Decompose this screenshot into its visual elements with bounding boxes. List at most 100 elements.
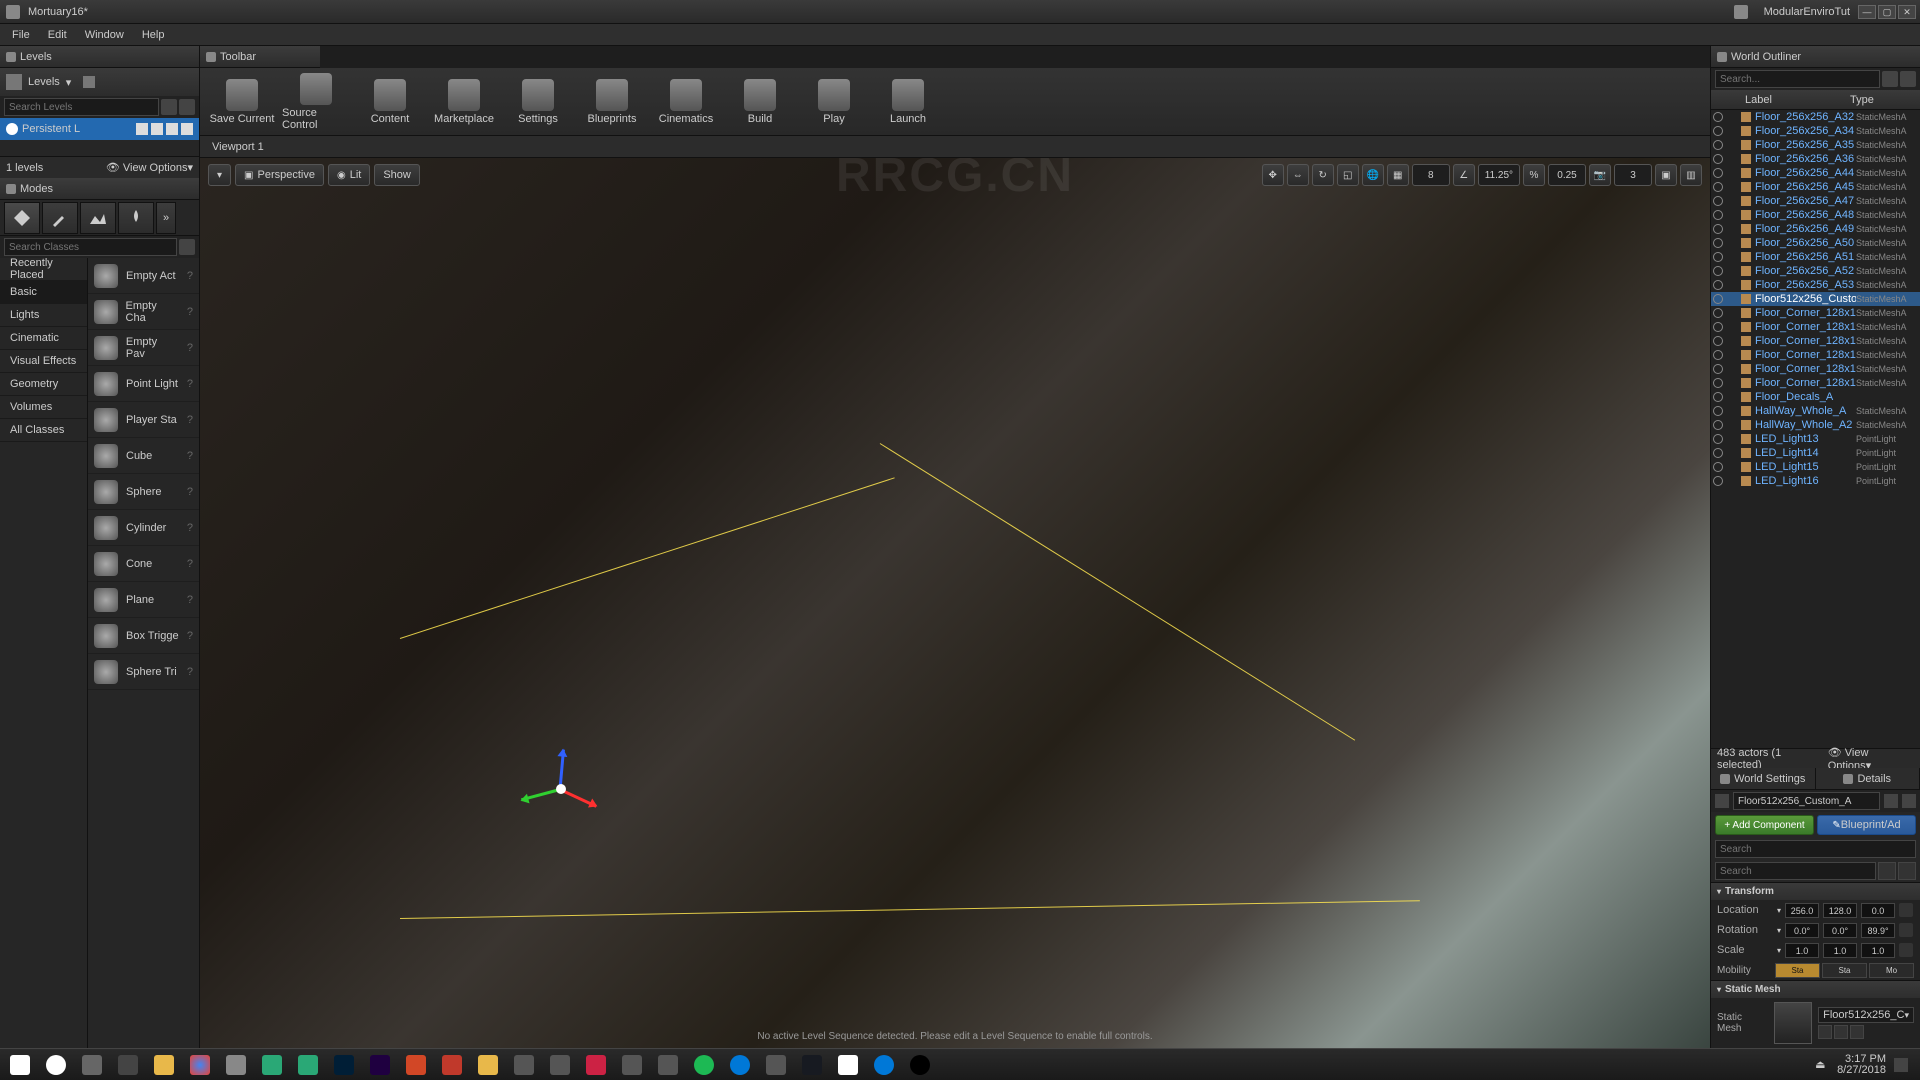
add-level-icon[interactable] — [179, 99, 195, 115]
outliner-row[interactable]: Floor_256x256_A32StaticMeshA — [1711, 110, 1920, 124]
use-selected-icon[interactable] — [1818, 1025, 1832, 1039]
eye-icon[interactable] — [1713, 476, 1723, 486]
scale-z-input[interactable]: 1.0 — [1861, 943, 1895, 958]
location-x-input[interactable]: 256.0 — [1785, 903, 1819, 918]
mobility-movable-button[interactable]: Mo — [1869, 963, 1914, 978]
taskbar-app[interactable] — [580, 1052, 612, 1078]
outliner-row[interactable]: Floor_Corner_128x128StaticMeshA — [1711, 334, 1920, 348]
eye-icon[interactable] — [1713, 322, 1723, 332]
lock-icon[interactable] — [1902, 794, 1916, 808]
info-icon[interactable]: ? — [187, 558, 193, 570]
toolbar-content-button[interactable]: Content — [356, 73, 424, 131]
place-item[interactable]: Cone? — [88, 546, 199, 582]
menu-window[interactable]: Window — [77, 27, 132, 43]
mode-category-visual-effects[interactable]: Visual Effects — [0, 350, 87, 373]
levels-dropdown[interactable]: Levels — [28, 76, 60, 88]
outliner-row[interactable]: Floor_Decals_A — [1711, 390, 1920, 404]
outliner-row[interactable]: Floor_256x256_A48StaticMeshA — [1711, 208, 1920, 222]
outliner-row[interactable]: Floor_256x256_A45StaticMeshA — [1711, 180, 1920, 194]
eye-icon[interactable] — [1713, 378, 1723, 388]
rotation-x-input[interactable]: 0.0° — [1785, 923, 1819, 938]
place-item[interactable]: Sphere Tri? — [88, 654, 199, 690]
paint-mode-tab[interactable] — [42, 202, 78, 234]
info-icon[interactable]: ? — [187, 594, 193, 606]
modes-tab[interactable]: Modes — [0, 178, 199, 200]
toolbar-settings-button[interactable]: Settings — [504, 73, 572, 131]
task-view-button[interactable] — [76, 1052, 108, 1078]
camera-speed-value[interactable]: 3 — [1614, 164, 1652, 186]
toolbar-save-current-button[interactable]: Save Current — [208, 73, 276, 131]
eye-icon[interactable] — [1713, 154, 1723, 164]
more-modes-button[interactable]: » — [156, 202, 176, 234]
taskbar-photoshop[interactable] — [328, 1052, 360, 1078]
info-icon[interactable]: ? — [187, 486, 193, 498]
search-icon[interactable] — [161, 99, 177, 115]
eye-icon[interactable] — [1898, 862, 1916, 880]
selected-actor-name[interactable] — [1733, 792, 1880, 810]
transform-gizmo[interactable] — [540, 748, 620, 828]
reset-icon[interactable] — [1899, 923, 1913, 937]
toolbar-source-control-button[interactable]: Source Control — [282, 73, 350, 131]
add-component-button[interactable]: + Add Component — [1715, 815, 1814, 835]
browse-icon[interactable] — [1884, 794, 1898, 808]
eye-icon[interactable] — [1713, 140, 1723, 150]
info-icon[interactable]: ? — [187, 630, 193, 642]
taskbar-app[interactable] — [652, 1052, 684, 1078]
eye-icon[interactable] — [1713, 266, 1723, 276]
start-button[interactable] — [4, 1052, 36, 1078]
scale-mode-icon[interactable]: ◱ — [1337, 164, 1359, 186]
toolbar-blueprints-button[interactable]: Blueprints — [578, 73, 646, 131]
eye-icon[interactable] — [1713, 434, 1723, 444]
location-y-input[interactable]: 128.0 — [1823, 903, 1857, 918]
taskbar-app[interactable] — [436, 1052, 468, 1078]
scale-x-input[interactable]: 1.0 — [1785, 943, 1819, 958]
eye-icon[interactable] — [1713, 392, 1723, 402]
place-item[interactable]: Empty Pav? — [88, 330, 199, 366]
place-item[interactable]: Box Trigge? — [88, 618, 199, 654]
select-mode-icon[interactable]: ✥ — [1262, 164, 1284, 186]
mode-category-recently-placed[interactable]: Recently Placed — [0, 258, 87, 281]
place-item[interactable]: Cylinder? — [88, 510, 199, 546]
close-button[interactable]: ✕ — [1898, 5, 1916, 19]
component-search-input[interactable] — [1715, 840, 1916, 858]
mode-category-volumes[interactable]: Volumes — [0, 396, 87, 419]
outliner-row[interactable]: Floor_Corner_128x128StaticMeshA — [1711, 348, 1920, 362]
eye-icon[interactable] — [1713, 126, 1723, 136]
place-item[interactable]: Sphere? — [88, 474, 199, 510]
place-item[interactable]: Empty Act? — [88, 258, 199, 294]
snap-grid-icon[interactable]: ▦ — [1387, 164, 1409, 186]
taskbar-app[interactable] — [292, 1052, 324, 1078]
outliner-row[interactable]: Floor512x256_CustomStaticMeshA — [1711, 292, 1920, 306]
viewport-tab[interactable]: Viewport 1 — [200, 136, 1710, 158]
snap-grid-value[interactable]: 8 — [1412, 164, 1450, 186]
blueprint-button[interactable]: ✎ Blueprint/Ad — [1817, 815, 1916, 835]
lit-button[interactable]: ◉ Lit — [328, 164, 370, 186]
cortana-button[interactable] — [40, 1052, 72, 1078]
details-search-input[interactable] — [1715, 862, 1876, 880]
info-icon[interactable]: ? — [187, 414, 193, 426]
outliner-col-type[interactable]: Type — [1850, 94, 1916, 106]
info-icon[interactable]: ? — [187, 378, 193, 390]
taskbar-app[interactable] — [724, 1052, 756, 1078]
foliage-mode-tab[interactable] — [118, 202, 154, 234]
mode-category-lights[interactable]: Lights — [0, 304, 87, 327]
eye-icon[interactable] — [1713, 350, 1723, 360]
maximize-viewport-icon[interactable]: ▣ — [1655, 164, 1677, 186]
transform-section-header[interactable]: Transform — [1711, 882, 1920, 900]
taskbar-unreal[interactable] — [904, 1052, 936, 1078]
taskbar-spotify[interactable] — [688, 1052, 720, 1078]
outliner-row[interactable]: Floor_Corner_128x128StaticMeshA — [1711, 376, 1920, 390]
reset-asset-icon[interactable] — [1850, 1025, 1864, 1039]
level-option-icon[interactable] — [151, 123, 163, 135]
rotation-z-input[interactable]: 89.9° — [1861, 923, 1895, 938]
outliner-row[interactable]: Floor_Corner_128x128StaticMeshA — [1711, 306, 1920, 320]
search-classes-input[interactable] — [4, 238, 177, 256]
place-item[interactable]: Empty Cha? — [88, 294, 199, 330]
levels-summon-icon[interactable] — [83, 76, 95, 88]
toolbar-marketplace-button[interactable]: Marketplace — [430, 73, 498, 131]
rotation-y-input[interactable]: 0.0° — [1823, 923, 1857, 938]
toolbar-play-button[interactable]: Play — [800, 73, 868, 131]
eye-icon[interactable] — [1713, 238, 1723, 248]
mobility-stationary-button[interactable]: Sta — [1822, 963, 1867, 978]
show-button[interactable]: Show — [374, 164, 420, 186]
